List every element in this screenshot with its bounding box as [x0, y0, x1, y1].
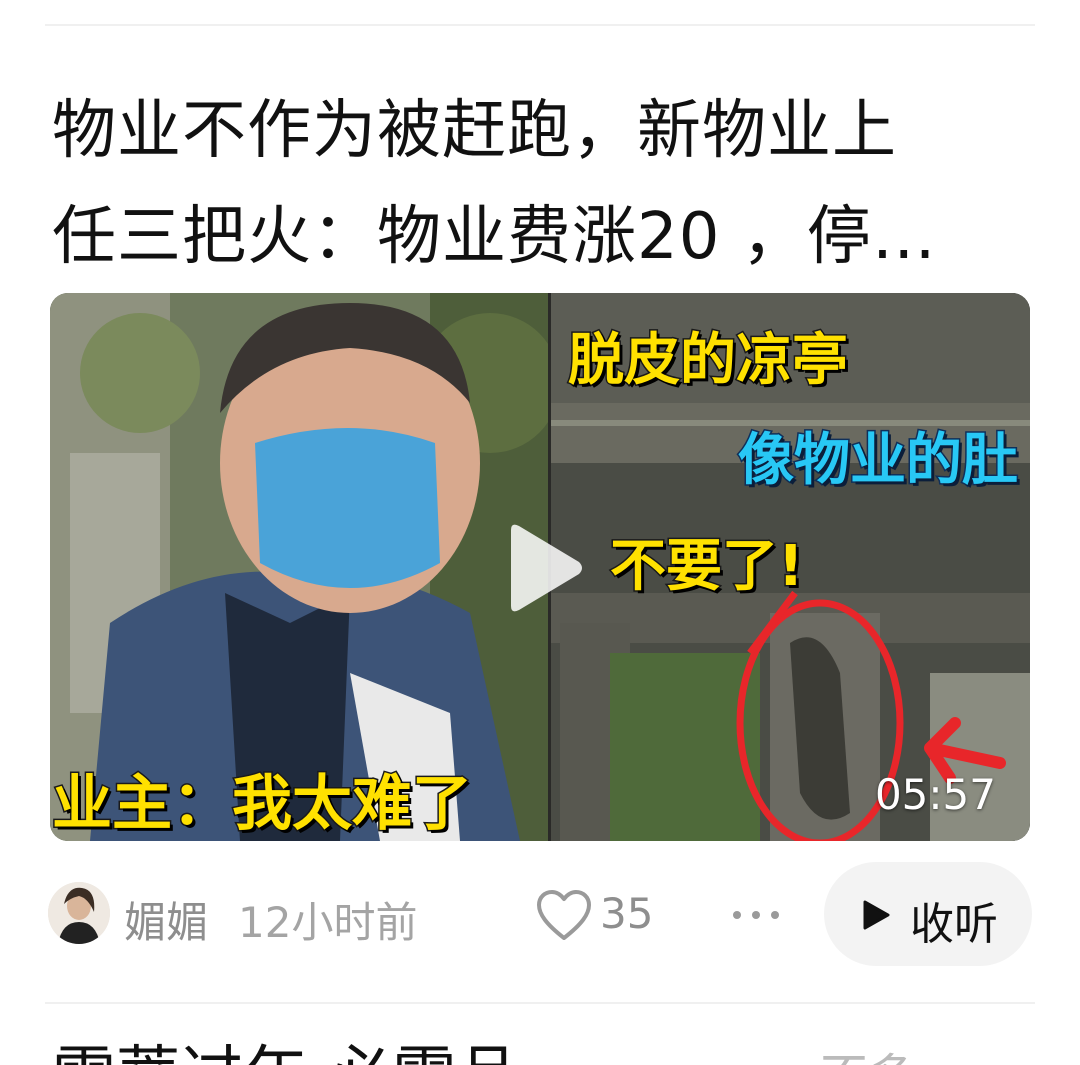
more-icon[interactable]	[732, 910, 780, 920]
caption-middle: 像物业的肚	[737, 427, 1020, 495]
next-post-right-text: 不多	[820, 1049, 916, 1065]
caption-top: 脱皮的凉亭	[567, 327, 850, 395]
play-triangle-icon	[863, 900, 890, 930]
bottom-divider	[45, 1002, 1035, 1004]
post-title-line-2: 任三把火：物业费涨20 ，停…	[52, 200, 937, 274]
avatar-image	[48, 882, 110, 944]
top-divider	[45, 24, 1035, 26]
listen-button[interactable]: 收听	[824, 862, 1032, 966]
post-title-line-1: 物业不作为被赶跑，新物业上	[52, 94, 897, 168]
next-post-thumbnail-text: 不多	[820, 1040, 916, 1065]
video-duration: 05:57	[874, 770, 996, 819]
post-time: 12小时前	[238, 898, 418, 947]
post-title[interactable]: 物业不作为被赶跑，新物业上 任三把火：物业费涨20 ，停…	[52, 78, 1032, 290]
like-count: 35	[600, 889, 654, 938]
listen-label: 收听	[910, 899, 998, 950]
caption-left: 业主：我太难了	[51, 768, 474, 841]
next-post-title[interactable]: 雷蒂过年 必需品	[52, 1040, 520, 1065]
play-icon[interactable]	[505, 522, 585, 614]
author-name[interactable]: 媚媚	[124, 889, 208, 950]
caption-right: 不要了!	[609, 533, 806, 601]
heart-icon[interactable]	[536, 890, 592, 942]
author-avatar[interactable]	[48, 882, 110, 944]
next-post-title-text: 雷蒂过年 必需品	[52, 1040, 520, 1065]
post-meta-row: 媚媚 12小时前 35 收听	[48, 862, 1032, 966]
